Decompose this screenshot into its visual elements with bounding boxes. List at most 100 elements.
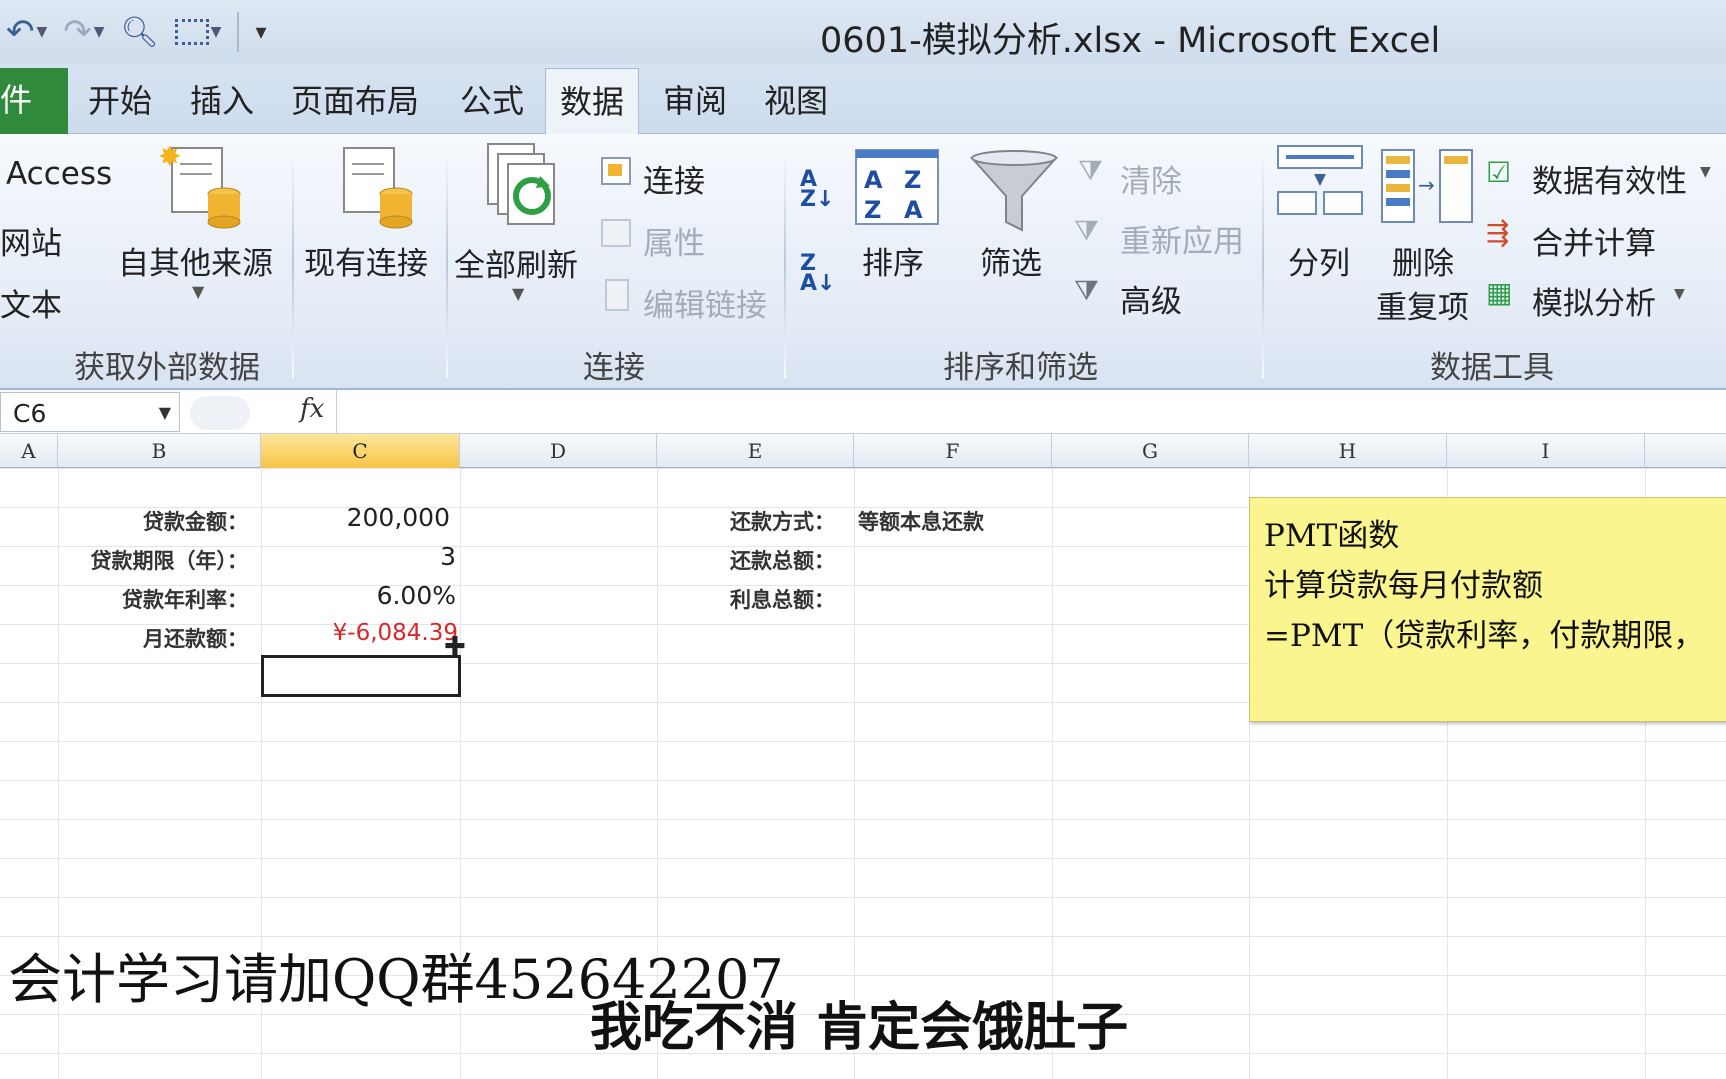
what-if-analysis-button[interactable]: 模拟分析 <box>1532 278 1656 323</box>
print-preview-button[interactable]: 🔍︎ <box>121 15 159 50</box>
remove-duplicates-button[interactable]: 删除 <box>1392 238 1454 283</box>
name-box-value: C6 <box>13 399 47 428</box>
database-doc-icon: ✸ <box>158 142 241 229</box>
group-divider <box>784 148 786 378</box>
edit-links-button[interactable]: 编辑链接 <box>643 280 767 325</box>
cell-b2[interactable]: 贷款金额： <box>60 506 248 536</box>
advanced-filter-icon: ⧩ <box>1074 274 1099 307</box>
chevron-down-icon: ▼ <box>192 282 205 301</box>
customize-icon: ▾ <box>255 19 267 45</box>
group-label-data-tools: 数据工具 <box>1430 350 1554 386</box>
column-header-h[interactable]: H <box>1249 434 1447 468</box>
text-to-columns-button[interactable]: 分列 <box>1288 238 1350 283</box>
formula-bar: C6 ▼ fx <box>0 390 1726 434</box>
undo-icon: ↶ <box>6 12 35 52</box>
cell-f2[interactable]: 等额本息还款 <box>858 506 984 536</box>
insert-function-icon[interactable]: fx <box>300 394 324 424</box>
column-header-d[interactable]: D <box>460 434 657 468</box>
chevron-down-icon: ▼ <box>36 24 48 40</box>
cell-b4[interactable]: 贷款年利率： <box>60 584 248 614</box>
cell-c2[interactable]: 200,000 <box>262 503 450 532</box>
cell-c5[interactable]: ¥-6,084.39 <box>262 620 458 646</box>
column-header-c[interactable]: C <box>261 434 460 468</box>
reapply-button[interactable]: 重新应用 <box>1120 216 1244 261</box>
data-validation-icon: ☑ <box>1486 156 1512 189</box>
note-line-3: =PMT（贷款利率，付款期限， <box>1264 618 1705 654</box>
connections-button[interactable]: 连接 <box>643 156 705 201</box>
chevron-down-icon: ▼ <box>1674 286 1685 302</box>
properties-button[interactable]: 属性 <box>643 218 705 263</box>
magnifier-icon: 🔍︎ <box>120 14 159 50</box>
svg-text:Z: Z <box>904 166 921 194</box>
tab-data[interactable]: 数据 <box>545 68 640 138</box>
refresh-all-button[interactable]: 全部刷新 <box>454 240 578 285</box>
chevron-down-icon: ▼ <box>158 403 171 422</box>
column-headers: A B C D E F G H I <box>0 434 1726 468</box>
reapply-icon: ⧩ <box>1074 214 1099 247</box>
remove-duplicates-icon: → <box>1381 149 1473 223</box>
cell-b5[interactable]: 月还款额： <box>60 623 248 653</box>
column-header-e[interactable]: E <box>657 434 854 468</box>
tab-review[interactable]: 审阅 <box>663 76 727 122</box>
column-header-i[interactable]: I <box>1447 434 1645 468</box>
tab-formulas[interactable]: 公式 <box>460 76 524 122</box>
from-web-button[interactable]: 网站 <box>0 218 62 263</box>
cell-c3[interactable]: 3 <box>262 542 456 571</box>
formula-bar-handle[interactable] <box>190 396 250 430</box>
sort-desc-button[interactable]: Z A↓ <box>800 253 835 295</box>
column-header-g[interactable]: G <box>1052 434 1249 468</box>
refresh-all-icon <box>487 143 555 225</box>
chevron-down-icon: ▼ <box>93 24 105 40</box>
filter-button[interactable]: 筛选 <box>980 238 1042 283</box>
name-box[interactable]: C6 ▼ <box>0 392 180 432</box>
consolidate-button[interactable]: 合并计算 <box>1532 218 1656 263</box>
from-text-button[interactable]: 文本 <box>0 280 62 325</box>
existing-connections-button[interactable]: 现有连接 <box>304 238 428 283</box>
data-validation-button[interactable]: 数据有效性 <box>1532 156 1687 201</box>
svg-text:→: → <box>1418 173 1435 197</box>
sort-icon: AZ ZA <box>855 149 939 225</box>
redo-button[interactable]: ↷ ▼ <box>63 12 104 52</box>
tab-file[interactable]: 件 <box>0 68 68 134</box>
cell-b3[interactable]: 贷款期限（年）： <box>60 545 249 575</box>
title-bar: ↶ ▼ ↷ ▼ 🔍︎ ▼ ▾ 0601-模拟分析.xlsx - Microsoft … <box>0 0 1726 64</box>
dotted-rect-icon <box>174 19 209 45</box>
group-label-get-external: 获取外部数据 <box>74 350 260 386</box>
column-header-f[interactable]: F <box>854 434 1052 468</box>
undo-button[interactable]: ↶ ▼ <box>6 12 47 52</box>
tab-view[interactable]: 视图 <box>764 76 828 122</box>
clear-button[interactable]: 清除 <box>1120 156 1182 201</box>
tab-page-layout[interactable]: 页面布局 <box>291 76 419 122</box>
video-subtitle: 我吃不消 肯定会饿肚子 <box>590 998 1129 1058</box>
formula-input[interactable] <box>336 390 1726 434</box>
cell-e4[interactable]: 利息总额： <box>660 584 835 614</box>
existing-connections-icon <box>343 147 413 229</box>
group-label-sort-filter: 排序和筛选 <box>943 350 1098 386</box>
cell-e2[interactable]: 还款方式： <box>660 506 835 536</box>
column-header-a[interactable]: A <box>0 434 58 468</box>
redo-icon: ↷ <box>63 12 92 52</box>
ribbon: Access 网站 文本 ✸ 自其他来源 ▼ 现有连接 获取外部数据 全部刷新 … <box>0 134 1726 390</box>
comment-note[interactable]: PMT函数 计算贷款每月付款额 =PMT（贷款利率，付款期限， <box>1249 497 1726 722</box>
note-line-1: PMT函数 <box>1264 518 1400 554</box>
cursor-crosshair-icon: ✚ <box>444 632 466 662</box>
advanced-button[interactable]: 高级 <box>1120 276 1182 321</box>
chevron-down-icon: ▼ <box>1700 164 1711 180</box>
from-other-sources-button[interactable]: 自其他来源 <box>118 238 273 283</box>
sort-button[interactable]: 排序 <box>862 238 924 283</box>
toolbar-divider <box>237 12 240 52</box>
cell-e3[interactable]: 还款总额： <box>660 545 835 575</box>
sort-asc-button[interactable]: A Z↓ <box>800 167 835 212</box>
connections-icon <box>601 157 631 185</box>
cell-c4[interactable]: 6.00% <box>262 581 456 610</box>
active-cell-c6[interactable] <box>261 655 461 697</box>
select-button[interactable]: ▼ <box>174 19 221 45</box>
sort-asc-icon: A Z↓ <box>800 167 835 212</box>
consolidate-icon: ⇶ <box>1486 216 1510 249</box>
tab-home[interactable]: 开始 <box>88 76 152 122</box>
filter-funnel-icon <box>969 150 1059 232</box>
from-access-button[interactable]: Access <box>6 156 112 192</box>
column-header-b[interactable]: B <box>58 434 261 468</box>
tab-insert[interactable]: 插入 <box>190 76 254 122</box>
customize-qat-button[interactable]: ▾ <box>255 20 266 45</box>
